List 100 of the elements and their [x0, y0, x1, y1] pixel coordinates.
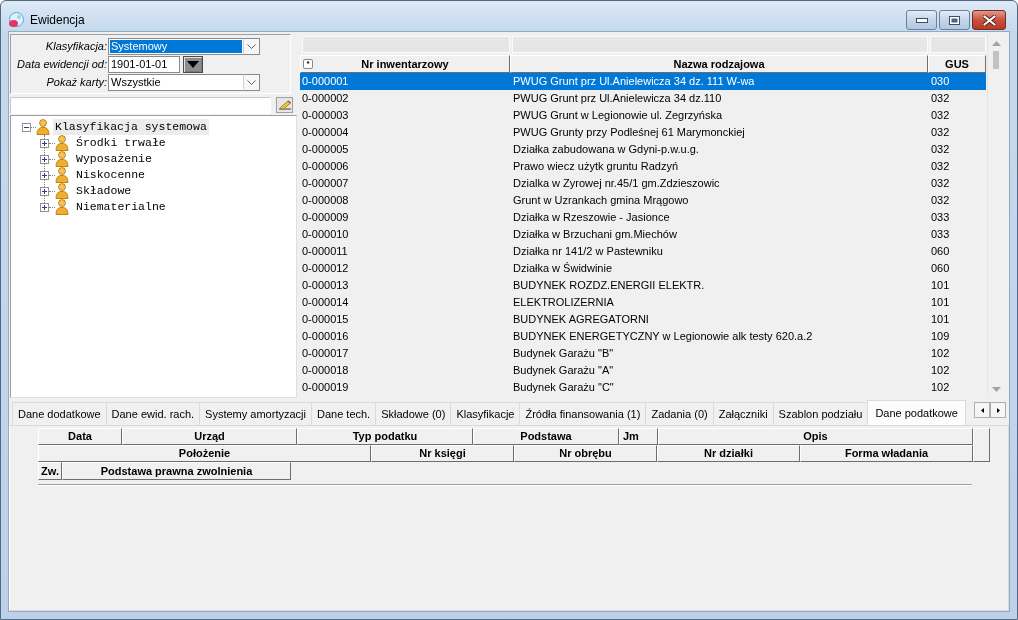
- tree-item[interactable]: Wyposażenie: [74, 151, 154, 167]
- table-cell-text: 060: [930, 244, 951, 259]
- plus-box-icon[interactable]: [40, 202, 49, 212]
- filter-button[interactable]: [276, 97, 293, 113]
- table-row[interactable]: 0-000007 Dzialka w Zyrowej nr.45/1 gm.Zdzieszowic 032: [300, 175, 986, 192]
- plus-box-icon[interactable]: [40, 138, 49, 148]
- column-header[interactable]: Opis: [658, 428, 973, 445]
- column-header[interactable]: Data: [38, 428, 122, 445]
- date-field[interactable]: 1901-01-01: [108, 56, 180, 73]
- table-row[interactable]: 0-000001 PWUG Grunt prz Ul.Anielewicza 34 dz. 111 W-wa 030: [300, 73, 986, 90]
- chevron-down-icon: [247, 80, 256, 85]
- column-header[interactable]: Typ podatku: [297, 428, 473, 445]
- tree-item[interactable]: Klasyfikacja systemowa: [53, 119, 209, 135]
- table-row[interactable]: 0-000009 Działka w Rzeszowie - Jasionce 033: [300, 209, 986, 226]
- table-cell-text: PWUG Grunt prz Ul.Anielewicza 34 dz. 111 W-wa: [512, 74, 756, 89]
- table-cell-text: 0-000011: [301, 244, 349, 259]
- column-header[interactable]: Zw.: [38, 462, 62, 480]
- search-field[interactable]: [10, 96, 271, 114]
- table-cell-text: Prawo wiecz użytk gruntu Radzyń: [512, 159, 680, 174]
- column-header[interactable]: Forma władania: [800, 445, 973, 462]
- column-header[interactable]: Podstawa prawna zwolnienia: [62, 462, 291, 480]
- dropdown-button[interactable]: [243, 38, 260, 55]
- table-row[interactable]: 0-000015 BUDYNEK AGREGATORNI 101: [300, 311, 986, 328]
- tab[interactable]: Dane podatkowe: [867, 400, 966, 425]
- column-header[interactable]: Podstawa: [473, 428, 619, 445]
- dropdown-field[interactable]: Wszystkie: [108, 74, 243, 91]
- table-cell-text: BUDYNEK ROZDZ.ENERGII ELEKTR.: [512, 278, 706, 293]
- maximize-icon: [949, 15, 960, 25]
- table-row[interactable]: 0-000003 PWUG Grunt w Legionowie ul. Zegrzyńska 032: [300, 107, 986, 124]
- minimize-icon: [915, 17, 928, 23]
- column-header[interactable]: Położenie: [38, 445, 371, 462]
- table-cell-text: 0-000004: [301, 125, 350, 140]
- table-cell-text: Działka w Brzuchani gm.Miechów: [512, 227, 678, 242]
- tab-scroll-right-button[interactable]: [990, 402, 1006, 418]
- table-cell-text: 101: [930, 295, 951, 310]
- table-row[interactable]: 0-000010 Działka w Brzuchani gm.Miechów 033: [300, 226, 986, 243]
- column-header[interactable]: GUS: [928, 55, 986, 73]
- table-cell-text: 0-000019: [301, 380, 350, 395]
- table-cell-text: PWUG Grunty przy Podleśnej 61 Marymonckiej: [512, 125, 746, 140]
- table-cell-text: 101: [930, 278, 951, 293]
- column-header[interactable]: Nazwa rodzajowa: [510, 55, 928, 73]
- minus-box-icon[interactable]: [22, 122, 31, 132]
- table-row[interactable]: 0-000016 BUDYNEK ENERGETYCZNY w Legionowie alk testy 620.a.2 109: [300, 328, 986, 345]
- table-row[interactable]: 0-000002 PWUG Grunt prz Ul.Anielewicza 34 dz.110 032: [300, 90, 986, 107]
- person-icon: [55, 135, 69, 151]
- tree-item[interactable]: Środki trwałe: [74, 135, 168, 151]
- column-header[interactable]: Urząd: [122, 428, 297, 445]
- tree-item[interactable]: Niskocenne: [74, 167, 147, 183]
- table-cell-text: 0-000003: [301, 108, 350, 123]
- date-picker-button[interactable]: [183, 56, 203, 73]
- column-header[interactable]: Nr działki: [657, 445, 800, 462]
- table-row[interactable]: 0-000017 Budynek Garażu "B" 102: [300, 345, 986, 362]
- pencil-icon: [277, 100, 292, 110]
- table-cell-text: 0-000002: [301, 91, 350, 106]
- column-header[interactable]: Jm: [619, 428, 658, 445]
- tree-item[interactable]: Niematerialne: [74, 199, 168, 215]
- table-cell-text: BUDYNEK AGREGATORNI: [512, 312, 650, 327]
- maximize-button[interactable]: [939, 10, 970, 30]
- table-row[interactable]: 0-000005 Działka zabudowana w Gdyni-p.w.u.g. 032: [300, 141, 986, 158]
- plus-box-icon[interactable]: [40, 186, 49, 196]
- dropdown-field[interactable]: Systemowy: [108, 38, 243, 55]
- table-cell-text: 0-000016: [301, 329, 350, 344]
- minimize-button[interactable]: [906, 10, 937, 30]
- table-cell-text: 102: [930, 363, 951, 378]
- table-cell-text: 0-000014: [301, 295, 350, 310]
- scroll-thumb[interactable]: [993, 51, 999, 69]
- table-cell-text: PWUG Grunt prz Ul.Anielewicza 34 dz.110: [512, 91, 723, 106]
- dropdown-button[interactable]: [243, 74, 260, 91]
- table-row[interactable]: 0-000012 Działka w Świdwinie 060: [300, 260, 986, 277]
- tree-item[interactable]: Składowe: [74, 183, 134, 199]
- table-row[interactable]: 0-000008 Grunt w Uzrankach gmina Mrągowo 032: [300, 192, 986, 209]
- plus-box-icon[interactable]: [40, 154, 49, 164]
- table-row[interactable]: 0-000014 ELEKTROLIZERNIA 101: [300, 294, 986, 311]
- table-row[interactable]: 0-000004 PWUG Grunty przy Podleśnej 61 Marymonckiej 032: [300, 124, 986, 141]
- field-label: Data ewidencji od:: [16, 57, 108, 72]
- tab[interactable]: Dane dodatkowe: [12, 402, 107, 425]
- table-cell-text: 0-000009: [301, 210, 350, 225]
- table-cell-text: 0-000005: [301, 142, 350, 157]
- table-row[interactable]: 0-000011 Działka nr 141/2 w Pastewniku 060: [300, 243, 986, 260]
- table-row[interactable]: 0-000013 BUDYNEK ROZDZ.ENERGII ELEKTR. 101: [300, 277, 986, 294]
- table-row[interactable]: 0-000006 Prawo wiecz użytk gruntu Radzyń 032: [300, 158, 986, 175]
- plus-box-icon[interactable]: [40, 170, 49, 180]
- table-cell-text: Dzialka w Zyrowej nr.45/1 gm.Zdzieszowic: [512, 176, 721, 191]
- table-cell-text: Działka w Świdwinie: [512, 261, 614, 276]
- column-header[interactable]: * Nr inwentarzowy: [300, 55, 510, 73]
- table-cell-text: 0-000006: [301, 159, 350, 174]
- table-cell-text: 032: [930, 142, 951, 157]
- table-cell-text: 030: [930, 74, 951, 89]
- tab-scroll-left-button[interactable]: [974, 402, 990, 418]
- close-icon: [982, 14, 996, 26]
- field-label: Pokaż karty:: [45, 75, 108, 90]
- table-cell-text: 060: [930, 261, 951, 276]
- table-row[interactable]: 0-000018 Budynek Garażu "A" 102: [300, 362, 986, 379]
- field-label: Klasyfikacja:: [44, 39, 108, 54]
- column-header[interactable]: Nr obrębu: [514, 445, 657, 462]
- close-button[interactable]: [972, 10, 1006, 30]
- column-header[interactable]: Nr księgi: [371, 445, 514, 462]
- table-row[interactable]: 0-000019 Budynek Garażu "C" 102: [300, 379, 986, 396]
- chevron-down-icon: [247, 44, 256, 49]
- select-all-button[interactable]: *: [303, 59, 313, 69]
